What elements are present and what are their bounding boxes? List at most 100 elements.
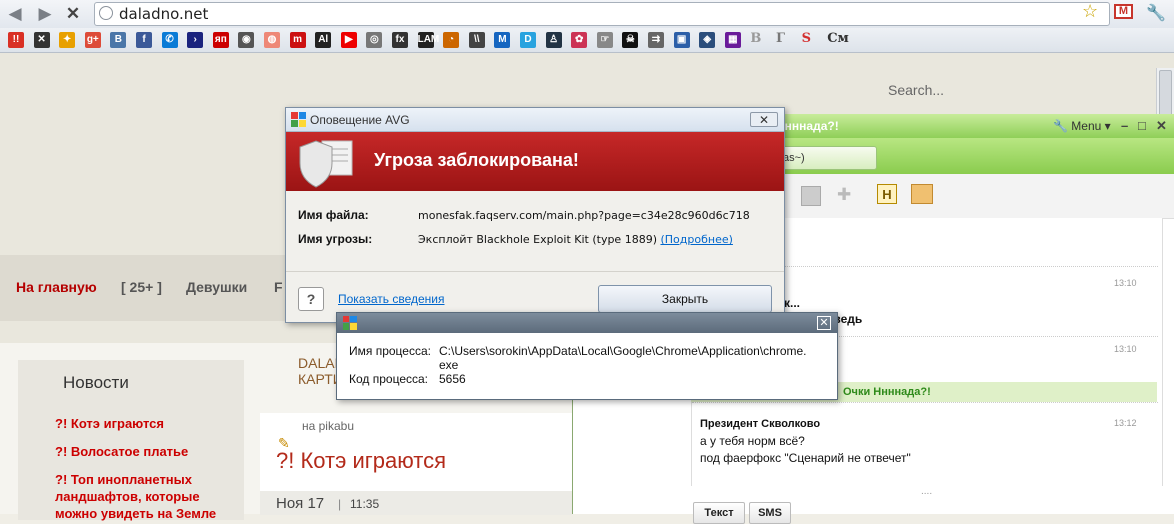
avg-logo-icon xyxy=(343,316,357,330)
close-button[interactable]: Закрыть xyxy=(598,285,772,313)
bookmark-icon[interactable]: B xyxy=(750,31,761,46)
shield-icon xyxy=(299,140,353,188)
bookmarks-bar: !! ✕ ✦ g+ Bf ✆ › яп ◉ ◍ m Al ▶ ◎ fx LAM ◔ \\ M D ♙ ✿ ☞ ☠ ⇉ ▣ ◈ ▦ B Г S… xyxy=(0,28,1174,53)
bookmark-icon[interactable]: ✕ xyxy=(33,32,50,48)
bookmark-icon[interactable]: !! xyxy=(8,32,24,48)
nav-home[interactable]: На главную xyxy=(16,279,97,295)
bookmark-icon[interactable]: См xyxy=(827,31,849,46)
news-item[interactable]: ?! Волосатое платье xyxy=(55,443,225,460)
points-label[interactable]: Очки Ннннада?! xyxy=(843,386,931,398)
article-time: 11:35 xyxy=(350,497,380,511)
bookmark-icon[interactable]: ✆ xyxy=(161,32,178,48)
resize-dots[interactable]: .... xyxy=(921,486,932,497)
bookmark-icon[interactable]: D xyxy=(520,32,536,48)
process-info-popup: ✕ Имя процесса: C:\Users\sorokin\AppData… xyxy=(336,312,838,400)
close-icon[interactable]: ✕ xyxy=(1156,118,1167,134)
news-heading: Новости xyxy=(63,373,129,392)
news-item[interactable]: ?! Котэ играются xyxy=(55,415,225,432)
stop-icon[interactable]: ✕ xyxy=(62,3,84,25)
copy-icon[interactable] xyxy=(801,186,821,206)
dialog-divider xyxy=(286,271,784,272)
bookmark-icon[interactable]: ◍ xyxy=(264,32,280,48)
chat-menu-label: Menu xyxy=(1071,119,1102,133)
bookmark-star-icon[interactable]: ☆ xyxy=(1082,1,1098,22)
chat-menu[interactable]: 🔧 Menu ▾ xyxy=(1053,119,1111,133)
bookmark-icon[interactable]: ▣ xyxy=(673,32,690,48)
threat-banner: Угроза заблокирована! xyxy=(286,132,784,191)
h-format-icon[interactable]: H xyxy=(877,184,897,204)
bookmark-icon[interactable]: M xyxy=(494,32,511,48)
nav-25plus[interactable]: [ 25+ ] xyxy=(121,279,162,295)
forward-icon[interactable]: ▶ xyxy=(34,3,56,25)
bookmark-icon[interactable]: ⇉ xyxy=(648,32,664,48)
message-sender[interactable]: Президент Скволково xyxy=(700,418,820,430)
bookmark-icon[interactable]: Г xyxy=(776,31,785,46)
scrollbar-thumb[interactable] xyxy=(1159,70,1172,120)
threat-title: Угроза заблокирована! xyxy=(374,150,579,170)
message-time: 13:12 xyxy=(1114,418,1137,428)
avg-close-icon[interactable]: ✕ xyxy=(750,112,778,127)
process-titlebar: ✕ xyxy=(337,313,837,333)
process-close-icon[interactable]: ✕ xyxy=(817,316,831,330)
gamepad-icon[interactable]: ✚ xyxy=(837,185,851,205)
bookmark-icon[interactable]: fx xyxy=(392,32,408,48)
threat-name-label: Имя угрозы: xyxy=(298,232,373,246)
nav-girls[interactable]: Девушки xyxy=(186,279,247,295)
bookmark-icon[interactable]: S xyxy=(802,31,811,46)
news-item[interactable]: ?! Топ инопланетных ландшафтов, которые … xyxy=(55,471,225,522)
avg-titlebar: Оповещение AVG ✕ xyxy=(286,108,784,132)
nav-more[interactable]: F xyxy=(274,279,283,295)
bookmark-icon[interactable]: ▶ xyxy=(340,32,357,48)
back-icon[interactable]: ◀ xyxy=(4,3,26,25)
help-button[interactable]: ? xyxy=(298,287,324,311)
article-source: на pikabu xyxy=(302,419,354,433)
process-path-value: C:\Users\sorokin\AppData\Local\Google\Ch… xyxy=(439,344,807,358)
bookmark-icon[interactable]: › xyxy=(187,32,204,48)
article-title[interactable]: ?! Котэ играются xyxy=(276,448,446,474)
bookmark-icon[interactable]: m xyxy=(289,32,306,48)
bookmark-icon[interactable]: f xyxy=(136,32,152,48)
bookmark-icon[interactable]: ▦ xyxy=(724,32,741,48)
bookmark-icon[interactable]: ✦ xyxy=(59,32,76,48)
site-search-label[interactable]: Search... xyxy=(888,82,944,98)
news-sidebar: Новости ?! Котэ играются ?! Волосатое пл… xyxy=(18,360,244,522)
bookmark-icon[interactable]: Al xyxy=(315,32,332,48)
bookmark-icon[interactable]: ☠ xyxy=(622,32,639,48)
bookmark-icon[interactable]: ♙ xyxy=(545,32,562,48)
maximize-icon[interactable]: □ xyxy=(1138,118,1146,133)
text-mode-button[interactable]: Текст xyxy=(693,502,745,524)
globe-icon xyxy=(99,6,113,20)
bookmark-icon[interactable]: B xyxy=(110,32,127,48)
more-info-link[interactable]: (Подробнее) xyxy=(660,233,732,246)
bookmark-icon[interactable]: \\ xyxy=(468,32,485,48)
avg-logo-icon xyxy=(291,112,306,127)
msg-divider xyxy=(692,402,1158,403)
bookmark-icon[interactable]: ◔ xyxy=(443,32,460,48)
show-details-link[interactable]: Показать сведения xyxy=(338,292,445,306)
chat-title: Ннннада?! xyxy=(776,119,839,133)
bookmark-icon[interactable]: ☞ xyxy=(596,32,613,48)
message-fragment: к... xyxy=(784,296,801,310)
bookmark-icon[interactable]: ◉ xyxy=(238,32,255,48)
message-line: под фаерфокс "Сценарий не отвечет" xyxy=(700,451,911,465)
browser-toolbar: ◀ ▶ ✕ daladno.net ☆ M 🔧 xyxy=(0,0,1174,29)
bookmark-icon[interactable]: ◎ xyxy=(366,32,383,48)
threat-name-row: Эксплойт Blackhole Exploit Kit (type 188… xyxy=(418,233,733,246)
sms-mode-button[interactable]: SMS xyxy=(749,502,791,524)
gmail-icon[interactable]: M xyxy=(1114,4,1133,19)
address-bar[interactable]: daladno.net xyxy=(94,2,1110,26)
address-url: daladno.net xyxy=(119,5,209,23)
process-path-label: Имя процесса: xyxy=(349,344,431,358)
process-code-value: 5656 xyxy=(439,372,466,386)
avg-title: Оповещение AVG xyxy=(310,113,410,127)
process-code-label: Код процесса: xyxy=(349,372,429,386)
minimize-icon[interactable]: – xyxy=(1121,118,1128,133)
bookmark-icon[interactable]: яп xyxy=(212,32,229,48)
bookmark-icon[interactable]: ✿ xyxy=(571,32,588,48)
contact-card-icon[interactable] xyxy=(911,184,933,204)
wrench-menu-icon[interactable]: 🔧 xyxy=(1146,3,1166,23)
bookmark-icon[interactable]: g+ xyxy=(84,32,101,48)
bookmark-icon[interactable]: LAM xyxy=(417,32,439,48)
message-time: 13:10 xyxy=(1114,278,1137,288)
bookmark-icon[interactable]: ◈ xyxy=(699,32,716,48)
